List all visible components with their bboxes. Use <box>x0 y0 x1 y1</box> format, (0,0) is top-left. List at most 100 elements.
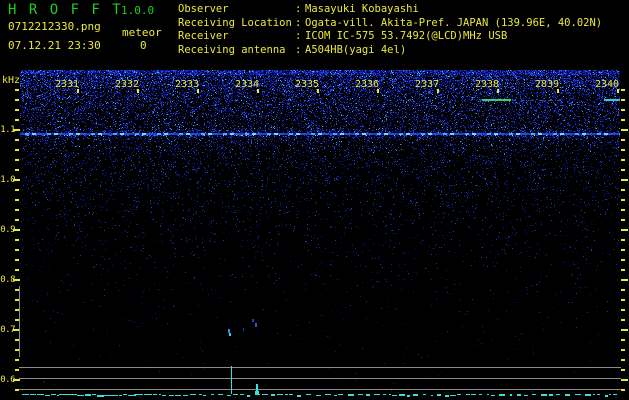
datetime: 07.12.21 23:30 <box>8 39 101 52</box>
freq-tick-major <box>621 279 628 281</box>
freq-tick-minor <box>621 349 625 351</box>
mode-label: meteor <box>122 26 162 39</box>
meteor-echo-speck <box>255 323 257 327</box>
observer-info: Observer : Masayuki Kobayashi Receiving … <box>178 3 628 57</box>
level-spike <box>255 391 259 395</box>
meteor-echo-speck <box>252 319 254 322</box>
time-tick-label: 2335 <box>295 79 320 90</box>
hrofft-screen: H R O F F T 1.0.0 0712212330.png meteor … <box>0 0 629 400</box>
info-value: ICOM IC-575 53.7492(@LCD)MHz USB <box>305 30 508 42</box>
freq-tick-major <box>621 179 628 181</box>
freq-tick-minor <box>621 319 625 321</box>
freq-tick-minor <box>15 369 19 371</box>
time-tick-label: 2839 <box>535 79 560 90</box>
freq-tick-minor <box>621 159 625 161</box>
time-tick-label: 2332 <box>115 79 140 90</box>
time-tick <box>497 89 499 93</box>
time-tick-label: 2336 <box>355 79 380 90</box>
freq-tick-major <box>13 379 20 381</box>
freq-tick-minor <box>621 249 625 251</box>
info-row-receiver: Receiver : ICOM IC-575 53.7492(@LCD)MHz … <box>178 30 628 44</box>
time-tick-label: 2340 <box>595 79 620 90</box>
freq-tick-minor <box>15 99 19 101</box>
info-separator: : <box>295 30 302 42</box>
freq-tick-minor <box>621 109 625 111</box>
time-tick <box>557 89 559 93</box>
info-row-observer: Observer : Masayuki Kobayashi <box>178 3 628 17</box>
freq-tick-minor <box>15 239 19 241</box>
freq-tick-minor <box>621 299 625 301</box>
filename: 0712212330.png <box>8 20 101 33</box>
level-spike <box>231 366 232 394</box>
freq-tick-minor <box>621 89 625 91</box>
level-gridline <box>19 378 621 379</box>
freq-tick-minor <box>621 149 625 151</box>
meteor-echo-speck <box>229 333 231 336</box>
freq-tick-minor <box>621 209 625 211</box>
freq-tick-minor <box>621 369 625 371</box>
freq-tick-major <box>13 179 20 181</box>
freq-tick-minor <box>15 249 19 251</box>
time-tick <box>197 89 199 93</box>
info-separator: : <box>295 16 302 29</box>
freq-tick-minor <box>15 109 19 111</box>
freq-tick-minor <box>15 199 19 201</box>
freq-tick-minor <box>15 119 19 121</box>
freq-tick-minor <box>15 169 19 171</box>
freq-tick-minor <box>621 99 625 101</box>
freq-tick-minor <box>15 219 19 221</box>
time-tick <box>437 89 439 93</box>
time-tick <box>257 89 259 93</box>
info-value: A504HB(yagi 4el) <box>305 43 407 56</box>
echo-trace-cyan <box>604 99 620 101</box>
info-label: Receiving Location <box>178 16 292 29</box>
freq-tick-minor <box>621 359 625 361</box>
freq-tick-major <box>621 229 628 231</box>
time-tick-label: 2331 <box>55 79 80 90</box>
info-label: Receiving antenna <box>178 43 286 56</box>
freq-tick-minor <box>621 389 625 391</box>
echo-trace-faint-blue <box>512 100 562 101</box>
freq-tick-minor <box>15 159 19 161</box>
freq-tick-minor <box>621 269 625 271</box>
time-tick <box>617 89 619 93</box>
info-value: Masayuki Kobayashi <box>305 3 419 15</box>
app-version: 1.0.0 <box>121 4 155 17</box>
meteor-echo-speck <box>243 328 244 331</box>
freq-tick-minor <box>621 139 625 141</box>
level-axis-vertical-line <box>19 286 20 357</box>
freq-tick-minor <box>621 339 625 341</box>
freq-tick-major <box>621 329 628 331</box>
freq-tick-minor <box>15 89 19 91</box>
time-tick-label: 2337 <box>415 79 440 90</box>
meteor-count: 0 <box>140 39 147 52</box>
freq-tick-minor <box>621 289 625 291</box>
info-row-antenna: Receiving antenna : A504HB(yagi 4el) <box>178 44 628 58</box>
info-row-location: Receiving Location : Ogata-vill. Akita-P… <box>178 17 628 31</box>
time-tick-label: 2333 <box>175 79 200 90</box>
time-tick <box>137 89 139 93</box>
freq-tick-minor <box>15 359 19 361</box>
freq-tick-major <box>13 279 20 281</box>
app-title: H R O F F T <box>8 2 123 18</box>
freq-tick-minor <box>15 269 19 271</box>
info-label: Receiver <box>178 30 229 42</box>
info-separator: : <box>295 3 302 15</box>
freq-tick-major <box>13 129 20 131</box>
freq-tick-minor <box>15 259 19 261</box>
time-tick <box>77 89 79 93</box>
time-tick-label: 2334 <box>235 79 260 90</box>
carrier-line <box>20 133 620 135</box>
freq-tick-minor <box>621 169 625 171</box>
freq-tick-minor <box>621 219 625 221</box>
freq-tick-minor <box>621 119 625 121</box>
freq-tick-minor <box>621 189 625 191</box>
info-value: Ogata-vill. Akita-Pref. JAPAN (139.96E, … <box>305 16 603 29</box>
level-gridline <box>19 367 621 368</box>
time-tick <box>317 89 319 93</box>
khz-axis-label: kHz <box>2 75 21 86</box>
freq-tick-major <box>621 129 628 131</box>
spectrogram-canvas <box>20 70 620 400</box>
freq-tick-minor <box>621 199 625 201</box>
freq-tick-minor <box>621 259 625 261</box>
